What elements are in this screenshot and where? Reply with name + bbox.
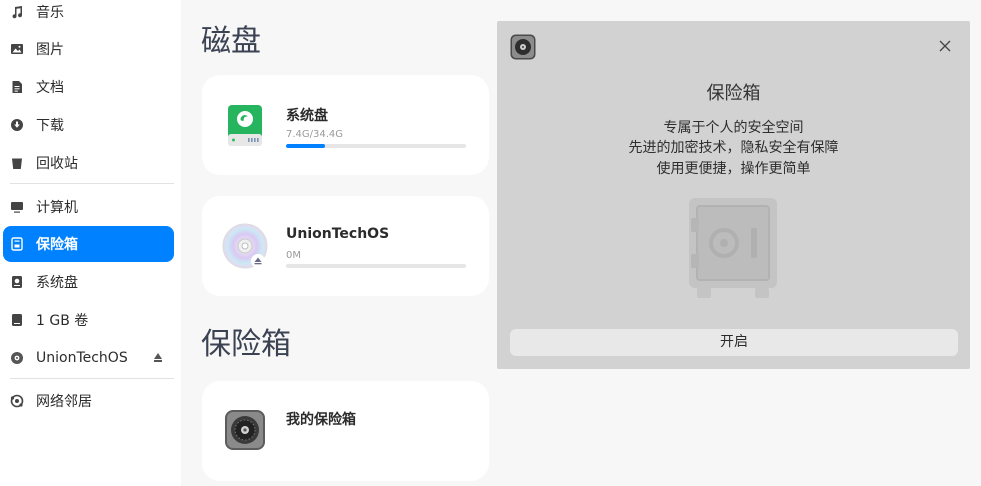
sidebar-item-documents[interactable]: 文档 — [3, 69, 174, 105]
sidebar-item-label: 回收站 — [36, 156, 78, 172]
download-icon — [9, 117, 25, 133]
document-icon — [9, 79, 25, 95]
disk-card-uniontechos[interactable]: UnionTechOS 0M — [202, 196, 489, 296]
disk-card-system[interactable]: 系统盘 7.4G/34.4G — [202, 75, 489, 175]
sidebar-item-label: 音乐 — [36, 5, 64, 21]
volume-icon — [9, 312, 25, 328]
computer-icon — [9, 199, 25, 215]
sidebar-item-system-disk[interactable]: 系统盘 — [3, 264, 174, 300]
sidebar: 音乐 图片 文档 下载 回收站 计算机 保险箱 系统盘 1 GB 卷 Union… — [0, 0, 181, 486]
sidebar-item-trash[interactable]: 回收站 — [3, 145, 174, 181]
disk-usage-bar — [286, 264, 466, 268]
sidebar-divider — [10, 183, 174, 184]
system-disk-icon — [9, 274, 25, 290]
picture-icon — [9, 41, 25, 57]
open-vault-button[interactable]: 开启 — [510, 329, 958, 356]
optical-disc-icon — [9, 350, 25, 366]
sidebar-item-pictures[interactable]: 图片 — [3, 31, 174, 67]
vault-card[interactable]: 我的保险箱 — [202, 381, 489, 481]
sidebar-item-label: 1 GB 卷 — [36, 313, 89, 329]
network-icon — [9, 393, 25, 409]
disk-size: 0M — [286, 250, 301, 261]
sidebar-item-label: 网络邻居 — [36, 394, 92, 410]
sidebar-item-label: 计算机 — [36, 200, 78, 216]
dialog-title: 保险箱 — [706, 83, 761, 104]
sidebar-item-label: 下载 — [36, 118, 64, 134]
sidebar-item-network[interactable]: 网络邻居 — [3, 383, 174, 419]
file-manager-window: 音乐 图片 文档 下载 回收站 计算机 保险箱 系统盘 1 GB 卷 Union… — [0, 0, 981, 486]
safe-icon — [689, 198, 777, 298]
sidebar-item-1gb-volume[interactable]: 1 GB 卷 — [3, 302, 174, 338]
sidebar-item-label: UnionTechOS — [36, 350, 128, 366]
optical-disc-icon — [222, 223, 268, 269]
sidebar-item-uniontechos[interactable]: UnionTechOS — [3, 340, 174, 376]
eject-icon[interactable] — [154, 353, 162, 362]
vault-icon — [9, 236, 25, 252]
sidebar-item-label: 保险箱 — [36, 237, 78, 253]
dialog-description-line: 使用更便捷，操作更简单 — [656, 161, 811, 177]
trash-icon — [9, 155, 25, 171]
disk-usage-fill — [286, 144, 325, 148]
disk-name: UnionTechOS — [286, 226, 390, 242]
system-disk-icon — [228, 105, 262, 146]
dialog-description-line: 专属于个人的安全空间 — [663, 120, 804, 136]
close-icon[interactable] — [938, 39, 952, 53]
disk-usage-bar — [286, 144, 466, 148]
vault-icon — [510, 34, 536, 60]
sidebar-item-vault[interactable]: 保险箱 — [3, 226, 174, 262]
sidebar-item-label: 图片 — [36, 42, 64, 58]
vault-dialog: 保险箱 专属于个人的安全空间 先进的加密技术，隐私安全有保障 使用更便捷，操作更… — [497, 21, 970, 369]
disk-name: 系统盘 — [286, 108, 328, 124]
vault-section-title: 保险箱 — [201, 327, 291, 362]
music-icon — [9, 4, 25, 20]
sidebar-item-downloads[interactable]: 下载 — [3, 107, 174, 143]
sidebar-item-label: 系统盘 — [36, 275, 78, 291]
dialog-description-line: 先进的加密技术，隐私安全有保障 — [628, 140, 839, 156]
sidebar-divider — [10, 378, 174, 379]
sidebar-item-computer[interactable]: 计算机 — [3, 189, 174, 225]
vault-icon — [225, 410, 265, 450]
disks-section-title: 磁盘 — [201, 24, 261, 59]
sidebar-item-music[interactable]: 音乐 — [3, 0, 174, 30]
disk-size: 7.4G/34.4G — [286, 129, 344, 140]
sidebar-item-label: 文档 — [36, 80, 64, 96]
vault-name: 我的保险箱 — [286, 412, 356, 428]
